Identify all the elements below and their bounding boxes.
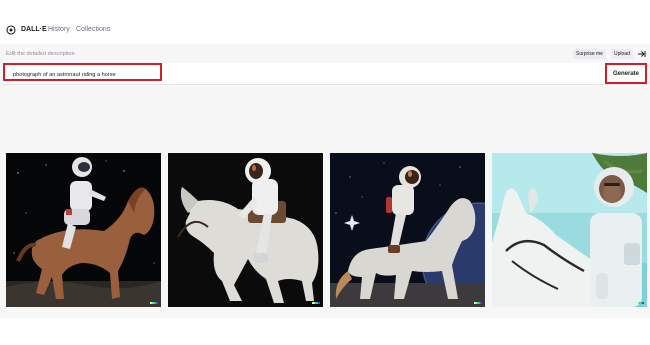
result-image-1[interactable]: [6, 153, 161, 307]
generate-button[interactable]: Generate: [605, 63, 647, 84]
nav-collections-link[interactable]: Collections: [76, 26, 110, 33]
result-image-grid: [6, 153, 647, 307]
brand-name[interactable]: DALL·E: [21, 26, 47, 33]
prompt-input-highlight[interactable]: photograph of an astronaut riding a hors…: [3, 63, 162, 81]
dalle-signature-icon: [150, 302, 158, 304]
prompt-bar: photograph of an astronaut riding a hors…: [3, 63, 647, 85]
dalle-signature-icon: [636, 302, 644, 304]
top-navigation-bar: DALL·E History Collections: [0, 18, 650, 44]
prompt-hint-label: Edit the detailed description: [6, 51, 75, 57]
upload-button[interactable]: Upload: [611, 49, 633, 59]
nav-history-link[interactable]: History: [48, 26, 70, 33]
dalle-signature-icon: [474, 302, 482, 304]
prompt-input[interactable]: photograph of an astronaut riding a hors…: [13, 72, 116, 78]
dalle-app: DALL·E History Collections Edit the deta…: [0, 18, 650, 318]
dalle-signature-icon: [312, 302, 320, 304]
result-image-3[interactable]: [330, 153, 485, 307]
generate-button-label: Generate: [612, 71, 639, 77]
result-image-4[interactable]: [492, 153, 647, 307]
openai-logo-icon[interactable]: [6, 25, 16, 35]
surprise-me-button[interactable]: Surprise me: [573, 49, 606, 59]
collapse-arrow-icon[interactable]: [636, 49, 646, 59]
result-image-2[interactable]: [168, 153, 323, 307]
